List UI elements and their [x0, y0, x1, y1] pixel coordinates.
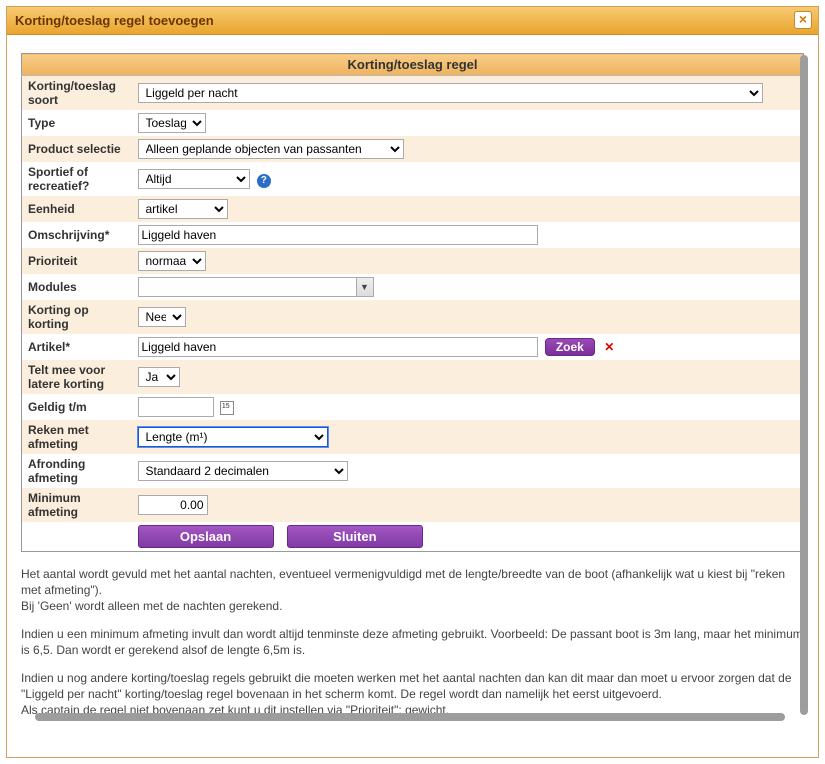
calendar-icon[interactable] [220, 401, 234, 415]
label-reken: Reken met afmeting [22, 420, 132, 454]
input-modules[interactable] [138, 277, 356, 297]
chevron-down-icon[interactable]: ▼ [356, 277, 374, 297]
section-header: Korting/toeslag regel [22, 54, 804, 76]
label-prioriteit: Prioriteit [22, 248, 132, 274]
select-telt-mee[interactable]: Ja [138, 367, 180, 387]
input-minimum[interactable] [138, 495, 208, 515]
select-eenheid[interactable]: artikel [138, 199, 228, 219]
select-sportief[interactable]: Altijd [138, 169, 250, 189]
label-product: Product selectie [22, 136, 132, 162]
select-prioriteit[interactable]: normaal [138, 251, 206, 271]
dialog-content: Korting/toeslag regel Korting/toeslag so… [7, 35, 818, 757]
label-korting-op: Korting op korting [22, 300, 132, 334]
dialog-titlebar: Korting/toeslag regel toevoegen × [7, 7, 818, 35]
label-soort: Korting/toeslag soort [22, 76, 132, 111]
label-omschrijving: Omschrijving* [22, 222, 132, 248]
input-omschrijving[interactable] [138, 225, 538, 245]
select-soort[interactable]: Liggeld per nacht [138, 83, 763, 103]
label-minimum: Minimum afmeting [22, 488, 132, 522]
help-text: Het aantal wordt gevuld met het aantal n… [21, 566, 804, 718]
scrollbar-thumb-horizontal[interactable] [35, 713, 785, 721]
select-reken[interactable]: Lengte (m¹) [138, 427, 328, 447]
label-modules: Modules [22, 274, 132, 300]
label-type: Type [22, 110, 132, 136]
help-icon[interactable]: ? [257, 174, 271, 188]
select-type[interactable]: Toeslag [138, 113, 206, 133]
label-eenheid: Eenheid [22, 196, 132, 222]
scrollbar-horizontal[interactable] [21, 713, 796, 721]
label-geldig: Geldig t/m [22, 394, 132, 420]
select-afronding[interactable]: Standaard 2 decimalen [138, 461, 348, 481]
label-artikel: Artikel* [22, 334, 132, 360]
input-artikel [138, 337, 538, 357]
dialog-title: Korting/toeslag regel toevoegen [15, 13, 214, 28]
search-button[interactable]: Zoek [545, 338, 595, 356]
select-product[interactable]: Alleen geplande objecten van passanten [138, 139, 404, 159]
select-korting-op[interactable]: Nee [138, 307, 186, 327]
rule-form-table: Korting/toeslag regel Korting/toeslag so… [21, 53, 804, 552]
label-telt-mee: Telt mee voor latere korting [22, 360, 132, 394]
delete-icon[interactable]: ✕ [604, 340, 614, 354]
label-sportief: Sportief of recreatief? [22, 162, 132, 196]
scrollbar-vertical[interactable] [800, 55, 808, 711]
scrollbar-thumb-vertical[interactable] [800, 55, 808, 715]
input-geldig[interactable] [138, 397, 214, 417]
dialog-add-rule: Korting/toeslag regel toevoegen × Kortin… [6, 6, 819, 758]
label-afronding: Afronding afmeting [22, 454, 132, 488]
save-button[interactable]: Opslaan [138, 525, 274, 548]
close-button[interactable]: Sluiten [287, 525, 423, 548]
close-icon[interactable]: × [794, 11, 812, 29]
